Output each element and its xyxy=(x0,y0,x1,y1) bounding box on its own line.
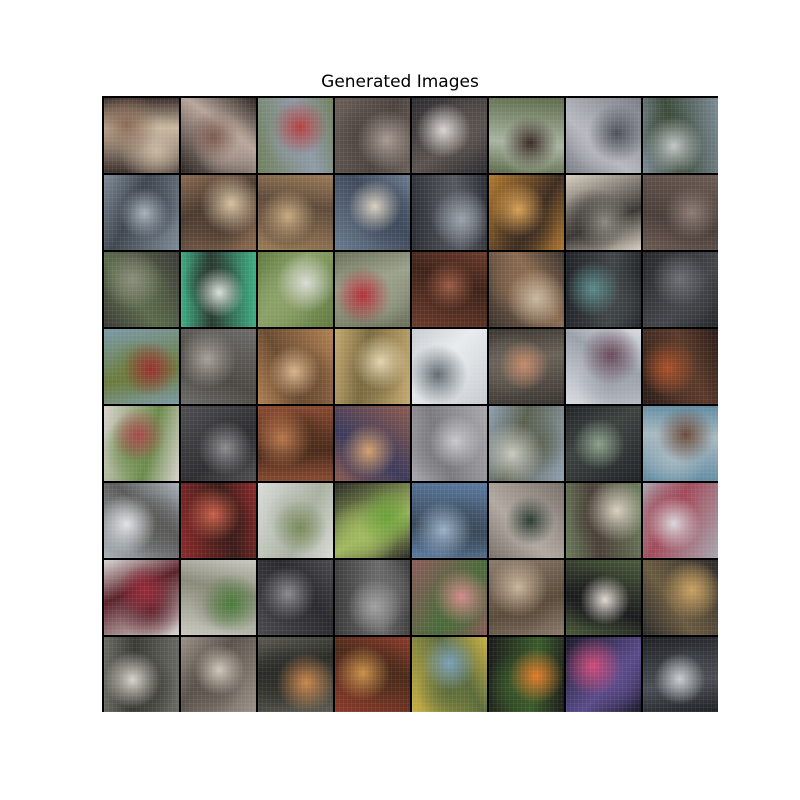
figure: Generated Images xyxy=(0,0,800,800)
generated-image-red-lanterns xyxy=(181,483,256,558)
generated-image-grey-blur xyxy=(181,406,256,481)
generated-image-person-kimono xyxy=(104,406,179,481)
generated-image-wall-clock xyxy=(643,637,718,712)
generated-image-man-suit xyxy=(566,560,641,635)
generated-image-orange-tent xyxy=(489,175,564,250)
generated-image-soup-bowl xyxy=(258,175,333,250)
generated-image-pottery-hands xyxy=(181,637,256,712)
generated-image-plate-food xyxy=(489,252,564,327)
generated-image-fire-dark xyxy=(643,329,718,404)
generated-image-crane-sky xyxy=(104,175,179,250)
image-grid xyxy=(102,96,718,712)
generated-image-round-object xyxy=(566,329,641,404)
generated-image-red-cake xyxy=(104,560,179,635)
generated-image-lobster-dish xyxy=(258,637,333,712)
generated-image-orange-fruit xyxy=(489,637,564,712)
generated-image-horses-outdoor xyxy=(489,98,564,173)
generated-image-motorcycle-flowers xyxy=(104,329,179,404)
generated-image-woman-apron xyxy=(489,329,564,404)
generated-image-cardboard-box xyxy=(258,329,333,404)
generated-image-chalkboard xyxy=(489,483,564,558)
generated-image-red-car-road xyxy=(258,98,333,173)
generated-image-dark-figure xyxy=(412,175,487,250)
generated-image-blurry-object xyxy=(335,98,410,173)
generated-image-golden-ornament xyxy=(643,560,718,635)
generated-image-building-facade xyxy=(566,98,641,173)
generated-image-persian-rug xyxy=(335,637,410,712)
figure-title: Generated Images xyxy=(321,72,479,92)
generated-image-white-arch xyxy=(258,483,333,558)
generated-image-dark-building xyxy=(258,560,333,635)
generated-image-knit-pattern xyxy=(335,406,410,481)
generated-image-people-suits xyxy=(412,98,487,173)
generated-image-parked-van xyxy=(489,406,564,481)
generated-image-bus-street xyxy=(335,175,410,250)
generated-image-colorful-lights xyxy=(566,637,641,712)
generated-image-white-animal-grass xyxy=(258,252,333,327)
generated-image-grey-surface xyxy=(412,406,487,481)
generated-image-keyboard-green xyxy=(181,252,256,327)
generated-image-silver-sports-car xyxy=(643,98,718,173)
generated-image-flowers-white xyxy=(643,483,718,558)
generated-image-white-wing xyxy=(412,329,487,404)
generated-image-bowl-top-view xyxy=(566,175,641,250)
generated-image-fruit-basket xyxy=(335,329,410,404)
generated-image-dark-keyboard xyxy=(643,252,718,327)
generated-image-dark-screen xyxy=(566,252,641,327)
generated-image-pizza xyxy=(258,406,333,481)
generated-image-white-dog xyxy=(104,637,179,712)
generated-image-radishes xyxy=(412,560,487,635)
generated-image-market-stall xyxy=(181,175,256,250)
generated-image-blurry-street xyxy=(181,329,256,404)
generated-image-child-path xyxy=(335,252,410,327)
generated-image-lizard-dark xyxy=(566,406,641,481)
generated-image-green-insect xyxy=(335,483,410,558)
generated-image-green-beetle xyxy=(181,560,256,635)
generated-image-yellow-taxi xyxy=(412,637,487,712)
generated-image-group-photo-bw xyxy=(335,560,410,635)
generated-image-street-crowd xyxy=(181,98,256,173)
generated-image-train-station xyxy=(104,252,179,327)
generated-image-ground-texture xyxy=(643,175,718,250)
generated-image-bird-nest xyxy=(489,560,564,635)
generated-image-dark-crowd-lights xyxy=(104,98,179,173)
generated-image-bullet-train xyxy=(104,483,179,558)
generated-image-red-texture xyxy=(412,252,487,327)
generated-image-kiosk-street xyxy=(643,406,718,481)
generated-image-sky-landscape xyxy=(412,483,487,558)
generated-image-food-table xyxy=(566,483,641,558)
